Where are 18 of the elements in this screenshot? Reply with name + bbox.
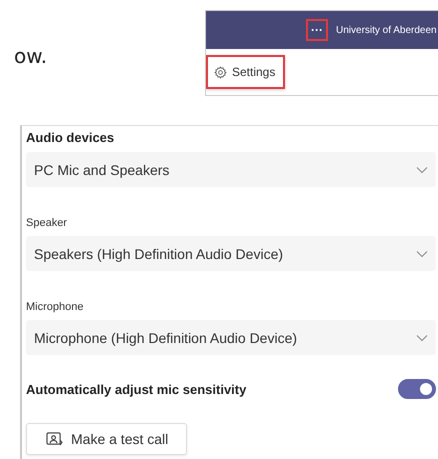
more-button[interactable]: ··· bbox=[306, 19, 328, 41]
field-label: Speaker bbox=[26, 217, 68, 229]
toggle-label: Automatically adjust mic sensitivity bbox=[26, 382, 246, 396]
test-call-button[interactable]: Make a test call bbox=[26, 423, 188, 455]
settings-icon bbox=[214, 66, 227, 78]
call-icon bbox=[46, 432, 63, 446]
device-dropdown[interactable]: PC Mic and Speakers bbox=[26, 152, 436, 187]
toggle-switch[interactable] bbox=[398, 379, 436, 399]
field-label: Microphone bbox=[26, 301, 84, 313]
chevron-down-icon bbox=[416, 166, 428, 174]
chevron-down-icon bbox=[416, 250, 428, 258]
instruction-text: ow. bbox=[14, 44, 48, 68]
device-dropdown[interactable]: Speakers (High Definition Audio Device) bbox=[26, 236, 436, 271]
settings-menu-item[interactable]: Settings bbox=[206, 55, 286, 89]
section-heading: Audio devices bbox=[26, 130, 116, 145]
device-dropdown[interactable]: Microphone (High Definition Audio Device) bbox=[26, 320, 436, 355]
chevron-down-icon bbox=[416, 334, 428, 342]
account-name: University of Aberdeen bbox=[336, 24, 437, 36]
